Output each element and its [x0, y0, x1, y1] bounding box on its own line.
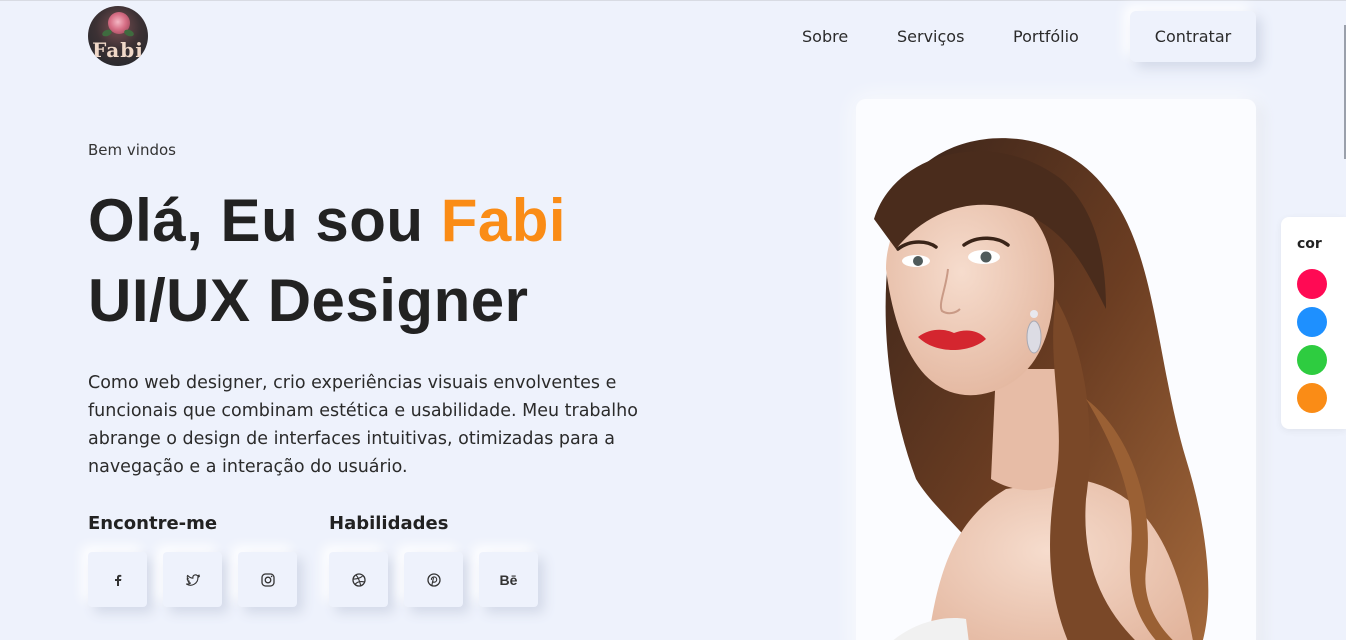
- nav-link-sobre[interactable]: Sobre: [802, 27, 848, 46]
- welcome-text: Bem vindos: [88, 141, 176, 159]
- leaf-icon: [123, 28, 135, 38]
- pinterest-button[interactable]: [404, 552, 463, 607]
- instagram-icon: [260, 572, 275, 587]
- logo[interactable]: Fabi: [88, 6, 148, 66]
- facebook-button[interactable]: [88, 552, 147, 607]
- behance-button[interactable]: Bē: [479, 552, 538, 607]
- profile-photo: [856, 99, 1256, 640]
- hero-description: Como web designer, crio experiências vis…: [88, 373, 638, 477]
- dribbble-button[interactable]: [329, 552, 388, 607]
- color-swatch-green[interactable]: [1297, 345, 1327, 375]
- logo-text: Fabi: [92, 38, 144, 62]
- dribbble-icon: [351, 572, 366, 587]
- nav-link-portfolio[interactable]: Portfólio: [1013, 27, 1079, 46]
- twitter-button[interactable]: [163, 552, 222, 607]
- hero-heading: Olá, Eu sou Fabi UI/UX Designer: [88, 181, 566, 341]
- color-swatch-pink[interactable]: [1297, 269, 1327, 299]
- hero-name: Fabi: [440, 187, 567, 254]
- leaf-icon: [101, 28, 113, 38]
- behance-icon: Bē: [499, 571, 518, 588]
- twitter-icon: [185, 573, 200, 586]
- skills-title: Habilidades: [329, 513, 449, 534]
- color-swatch-blue[interactable]: [1297, 307, 1327, 337]
- instagram-button[interactable]: [238, 552, 297, 607]
- hero-greeting: Olá, Eu sou: [88, 187, 424, 254]
- color-picker: cor: [1281, 217, 1346, 429]
- portrait-illustration: [856, 99, 1256, 640]
- social-title: Encontre-me: [88, 513, 218, 534]
- color-picker-label: cor: [1297, 236, 1322, 252]
- pinterest-icon: [426, 572, 441, 587]
- nav-link-servicos[interactable]: Serviços: [897, 27, 964, 46]
- color-swatch-orange[interactable]: [1297, 383, 1327, 413]
- hire-button[interactable]: Contratar: [1130, 11, 1256, 62]
- facebook-icon: [114, 574, 121, 586]
- hero-role: UI/UX Designer: [88, 267, 529, 334]
